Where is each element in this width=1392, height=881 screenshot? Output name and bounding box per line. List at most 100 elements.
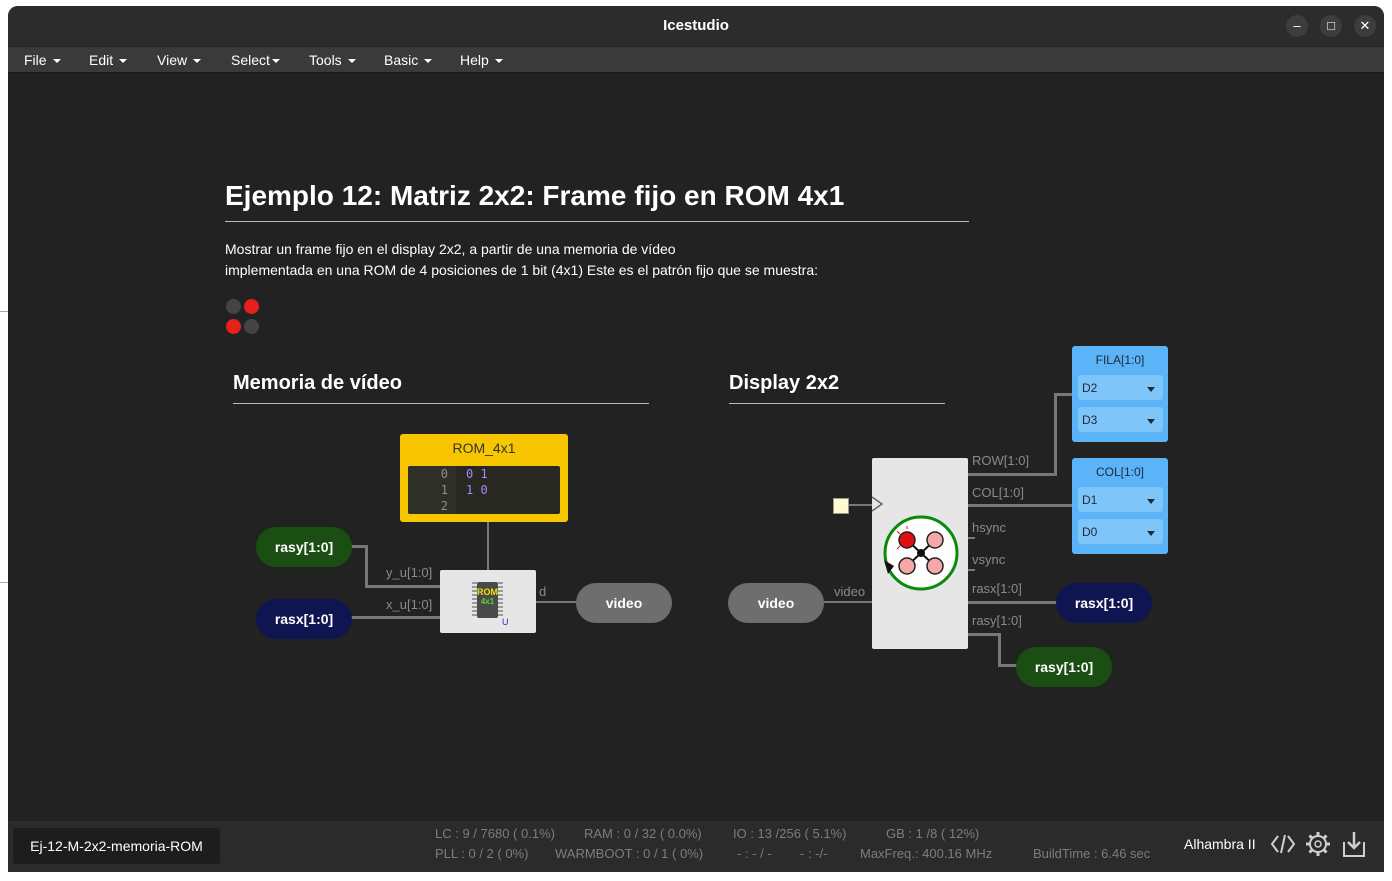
pattern-pixel-off xyxy=(226,299,241,314)
output-rasy-right[interactable]: rasy[1:0] xyxy=(1016,647,1112,687)
status-footer: Ej-12-M-2x2-memoria-ROM LC : 9 / 7680 ( … xyxy=(8,821,1384,872)
rom-line-value: 1 0 xyxy=(466,483,488,497)
menu-help[interactable]: Help xyxy=(460,52,503,68)
port-label-col: COL[1:0] xyxy=(972,485,1025,500)
caret-down-icon xyxy=(271,59,280,64)
section-memoria-rule xyxy=(233,403,649,404)
pattern-pixel-on xyxy=(244,299,259,314)
wire-const-in xyxy=(848,504,872,506)
caret-down-icon xyxy=(347,59,356,64)
board-selector[interactable]: Alhambra II xyxy=(1184,836,1256,852)
port-label-rasy: rasy[1:0] xyxy=(972,613,1022,628)
pin-select-d1[interactable]: D1 xyxy=(1078,487,1163,512)
close-button[interactable]: ✕ xyxy=(1354,15,1376,37)
rom-module-u-label: U xyxy=(502,617,509,627)
menu-select[interactable]: Select xyxy=(231,52,280,68)
info-desc-line2: implementada en una ROM de 4 posiciones … xyxy=(225,262,818,278)
port-label-x-u: x_u[1:0] xyxy=(386,597,433,612)
pin-select-d3[interactable]: D3 xyxy=(1078,407,1163,432)
heading-rule xyxy=(225,221,969,222)
port-label-rasx: rasx[1:0] xyxy=(972,581,1022,596)
caret-down-icon xyxy=(494,59,503,64)
port-label-vsync: vsync xyxy=(972,552,1006,567)
input-video-label[interactable]: video xyxy=(728,583,824,623)
output-col-title: COL[1:0] xyxy=(1095,465,1145,479)
wire-hsync-stub xyxy=(968,537,975,539)
port-label-hsync: hsync xyxy=(972,520,1006,535)
port-label-row: ROW[1:0] xyxy=(972,453,1030,468)
rom-chip-icon: ROM 4x1 xyxy=(472,582,503,618)
stat-unused-2: - : -/- xyxy=(800,846,828,861)
title-bar: Icestudio – □ ✕ xyxy=(8,6,1384,46)
wire-rom-data xyxy=(487,522,489,570)
wire-rasy-to-pill xyxy=(998,664,1018,667)
maximize-button[interactable]: □ xyxy=(1320,15,1342,37)
stat-warmboot: WARMBOOT : 0 / 1 ( 0%) xyxy=(555,846,704,861)
output-fila-block[interactable]: FILA[1:0] D2 D3 xyxy=(1072,346,1168,442)
code-icon[interactable] xyxy=(1270,833,1296,855)
wire-d-out xyxy=(536,601,578,603)
pattern-pixel-on xyxy=(226,319,241,334)
constant-input[interactable] xyxy=(833,498,849,514)
caret-down-icon xyxy=(1147,499,1155,504)
stat-lc: LC : 9 / 7680 ( 0.1%) xyxy=(435,826,555,841)
caret-down-icon xyxy=(424,59,433,64)
stat-buildtime: BuildTime : 6.46 sec xyxy=(1033,846,1151,861)
caret-down-icon xyxy=(52,59,61,64)
stat-io: IO : 13 /256 ( 5.1%) xyxy=(733,826,847,841)
menu-file[interactable]: File xyxy=(24,52,61,68)
menu-bar: File Edit View Select Tools Basic Help xyxy=(8,47,1384,73)
rom-line-number: 1 xyxy=(440,483,448,497)
menu-tools[interactable]: Tools xyxy=(309,52,356,68)
menu-edit[interactable]: Edit xyxy=(89,52,128,68)
port-label-d: d xyxy=(539,584,547,599)
stat-maxfreq: MaxFreq.: 400.16 MHz xyxy=(860,846,993,861)
wire-rasy-vert xyxy=(998,633,1001,667)
verify-gear-icon[interactable] xyxy=(1305,831,1331,857)
rom-line-number: 0 xyxy=(440,467,448,481)
wire-vsync-stub xyxy=(968,569,975,571)
output-video-label[interactable]: video xyxy=(576,583,672,623)
wire-rasx-out xyxy=(968,601,1058,604)
menu-basic[interactable]: Basic xyxy=(384,52,433,68)
caret-down-icon xyxy=(119,59,128,64)
window-title: Icestudio xyxy=(663,17,729,34)
output-col-block[interactable]: COL[1:0] D1 D0 xyxy=(1072,458,1168,554)
clock-input-icon xyxy=(871,496,884,512)
section-display-title: Display 2x2 xyxy=(729,372,840,394)
wire-row-out xyxy=(968,473,1056,476)
minimize-button[interactable]: – xyxy=(1286,15,1308,37)
caret-down-icon xyxy=(1147,531,1155,536)
wire-rasx-to-rom xyxy=(350,616,440,619)
wire-rasy-to-rom xyxy=(365,585,440,588)
stat-gb: GB : 1 /8 ( 12%) xyxy=(886,826,980,841)
info-desc-line1: Mostrar un frame fijo en el display 2x2,… xyxy=(225,241,676,257)
wire-video-in xyxy=(824,601,872,603)
output-rasx-right[interactable]: rasx[1:0] xyxy=(1056,583,1152,623)
caret-down-icon xyxy=(1147,419,1155,424)
display-controller-block[interactable] xyxy=(871,458,968,649)
output-fila-title: FILA[1:0] xyxy=(1095,353,1145,367)
upload-download-icon[interactable] xyxy=(1342,830,1366,858)
section-display-rule xyxy=(729,403,945,404)
pin-select-d2[interactable]: D2 xyxy=(1078,375,1163,400)
rom-module-block[interactable]: ROM 4x1 U xyxy=(440,570,536,633)
project-name-tab[interactable]: Ej-12-M-2x2-memoria-ROM xyxy=(13,828,220,864)
rom-line-value: 0 1 xyxy=(466,467,488,481)
matrix-display-icon xyxy=(883,515,959,591)
rom-memory-editor[interactable]: 0 1 2 0 1 1 0 xyxy=(408,466,560,514)
stat-pll: PLL : 0 / 2 ( 0%) xyxy=(435,846,529,861)
input-rasx-left[interactable]: rasx[1:0] xyxy=(256,599,352,639)
rom-memory-title: ROM_4x1 xyxy=(452,440,516,456)
port-label-y-u: y_u[1:0] xyxy=(386,565,433,580)
wire-col-out xyxy=(968,504,1072,507)
menu-view[interactable]: View xyxy=(157,52,202,68)
app-window: Icestudio – □ ✕ File Edit View Select To… xyxy=(8,6,1384,872)
input-rasy-left[interactable]: rasy[1:0] xyxy=(256,527,352,567)
wire-row-vert xyxy=(1054,393,1057,476)
stat-unused-1: - : - / - xyxy=(737,846,772,861)
rom-line-number: 2 xyxy=(440,499,448,513)
info-heading: Ejemplo 12: Matriz 2x2: Frame fijo en RO… xyxy=(225,180,845,211)
rom-memory-block[interactable]: ROM_4x1 0 1 2 0 1 1 0 xyxy=(400,434,568,522)
pin-select-d0[interactable]: D0 xyxy=(1078,519,1163,544)
